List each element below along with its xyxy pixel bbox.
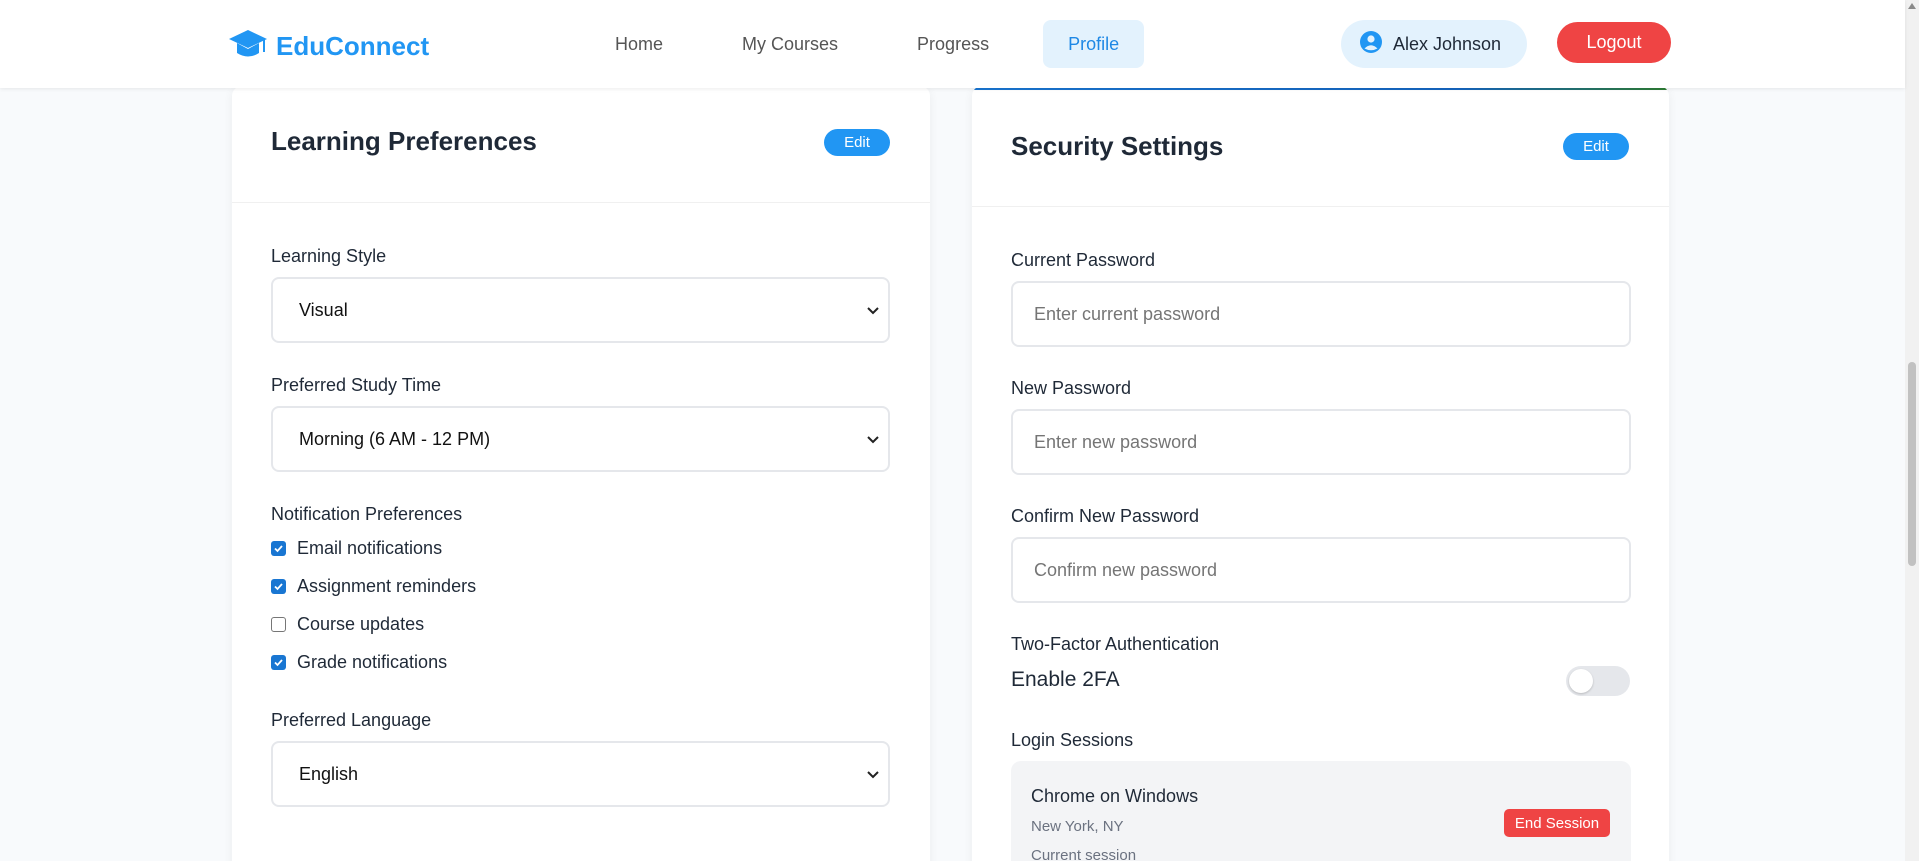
current-password-label: Current Password: [1011, 250, 1156, 270]
toggle-knob: [1569, 669, 1593, 693]
edit-security-button[interactable]: Edit: [1563, 133, 1629, 160]
user-menu[interactable]: Alex Johnson: [1341, 20, 1527, 68]
main-nav: Home My Courses Progress Profile: [590, 20, 1173, 68]
new-password-label: New Password: [1011, 378, 1132, 398]
two-factor-label: Two-Factor Authentication: [1011, 634, 1220, 654]
user-name: Alex Johnson: [1393, 33, 1502, 54]
top-navbar: EduConnect Home My Courses Progress Prof…: [0, 0, 1905, 88]
notification-option[interactable]: Assignment reminders: [271, 576, 476, 597]
study-time-value: Morning (6 AM - 12 PM): [299, 428, 491, 449]
learning-style-label: Learning Style: [271, 246, 387, 266]
preferred-language-label: Preferred Language: [271, 710, 432, 730]
notification-preferences-label: Notification Preferences: [271, 504, 463, 524]
nav-progress[interactable]: Progress: [892, 20, 1014, 68]
option-label: Email notifications: [297, 538, 443, 558]
brand-name: EduConnect: [276, 31, 430, 61]
scroll-up-arrow-icon[interactable]: [1908, 3, 1916, 9]
card-title: Learning Preferences: [271, 126, 537, 156]
learning-style-value: Visual: [299, 299, 348, 320]
session-status: Current session: [1031, 847, 1137, 861]
session-location: New York, NY: [1031, 818, 1124, 835]
checkbox-unchecked[interactable]: [271, 617, 286, 632]
card-title: Security Settings: [1011, 131, 1224, 161]
study-time-label: Preferred Study Time: [271, 375, 442, 395]
session-item: Chrome on Windows New York, NY Current s…: [1011, 761, 1631, 861]
card-header: Learning Preferences Edit: [232, 86, 930, 203]
security-settings-card: Security Settings Edit Current Password …: [972, 86, 1669, 861]
login-sessions-label: Login Sessions: [1011, 730, 1134, 750]
confirm-password-input[interactable]: Confirm new password: [1011, 537, 1631, 603]
notification-option[interactable]: Email notifications: [271, 538, 442, 559]
notification-option[interactable]: Grade notifications: [271, 652, 447, 673]
brand-logo[interactable]: EduConnect: [228, 26, 429, 67]
option-label: Grade notifications: [297, 652, 448, 672]
graduation-cap-icon: [228, 26, 268, 67]
preferred-language-select[interactable]: English: [271, 741, 890, 807]
nav-my-courses[interactable]: My Courses: [717, 20, 863, 68]
confirm-password-label: Confirm New Password: [1011, 506, 1200, 526]
nav-profile[interactable]: Profile: [1043, 20, 1145, 68]
chevron-down-icon: [867, 771, 879, 779]
notification-option[interactable]: Course updates: [271, 614, 424, 635]
user-avatar-icon: [1359, 30, 1383, 59]
current-password-input[interactable]: Enter current password: [1011, 281, 1631, 347]
scrollbar-thumb[interactable]: [1908, 362, 1916, 566]
learning-preferences-card: Learning Preferences Edit Learning Style…: [232, 86, 930, 861]
learning-style-select[interactable]: Visual: [271, 277, 890, 343]
end-session-button[interactable]: End Session: [1504, 809, 1610, 837]
study-time-select[interactable]: Morning (6 AM - 12 PM): [271, 406, 890, 472]
enable-2fa-text: Enable 2FA: [1011, 668, 1120, 691]
nav-home[interactable]: Home: [590, 20, 688, 68]
edit-learning-button[interactable]: Edit: [824, 129, 890, 156]
page-scrollbar[interactable]: [1905, 0, 1919, 861]
new-password-input[interactable]: Enter new password: [1011, 409, 1631, 475]
chevron-down-icon: [867, 307, 879, 315]
card-header: Security Settings Edit: [972, 86, 1669, 207]
session-device: Chrome on Windows: [1031, 786, 1199, 806]
checkbox-checked[interactable]: [271, 579, 286, 594]
two-factor-toggle[interactable]: [1566, 666, 1630, 696]
checkbox-checked[interactable]: [271, 655, 286, 670]
logout-button[interactable]: Logout: [1557, 22, 1671, 63]
preferred-language-value: English: [299, 763, 359, 784]
option-label: Assignment reminders: [297, 576, 477, 596]
option-label: Course updates: [297, 614, 425, 634]
chevron-down-icon: [867, 436, 879, 444]
checkbox-checked[interactable]: [271, 541, 286, 556]
